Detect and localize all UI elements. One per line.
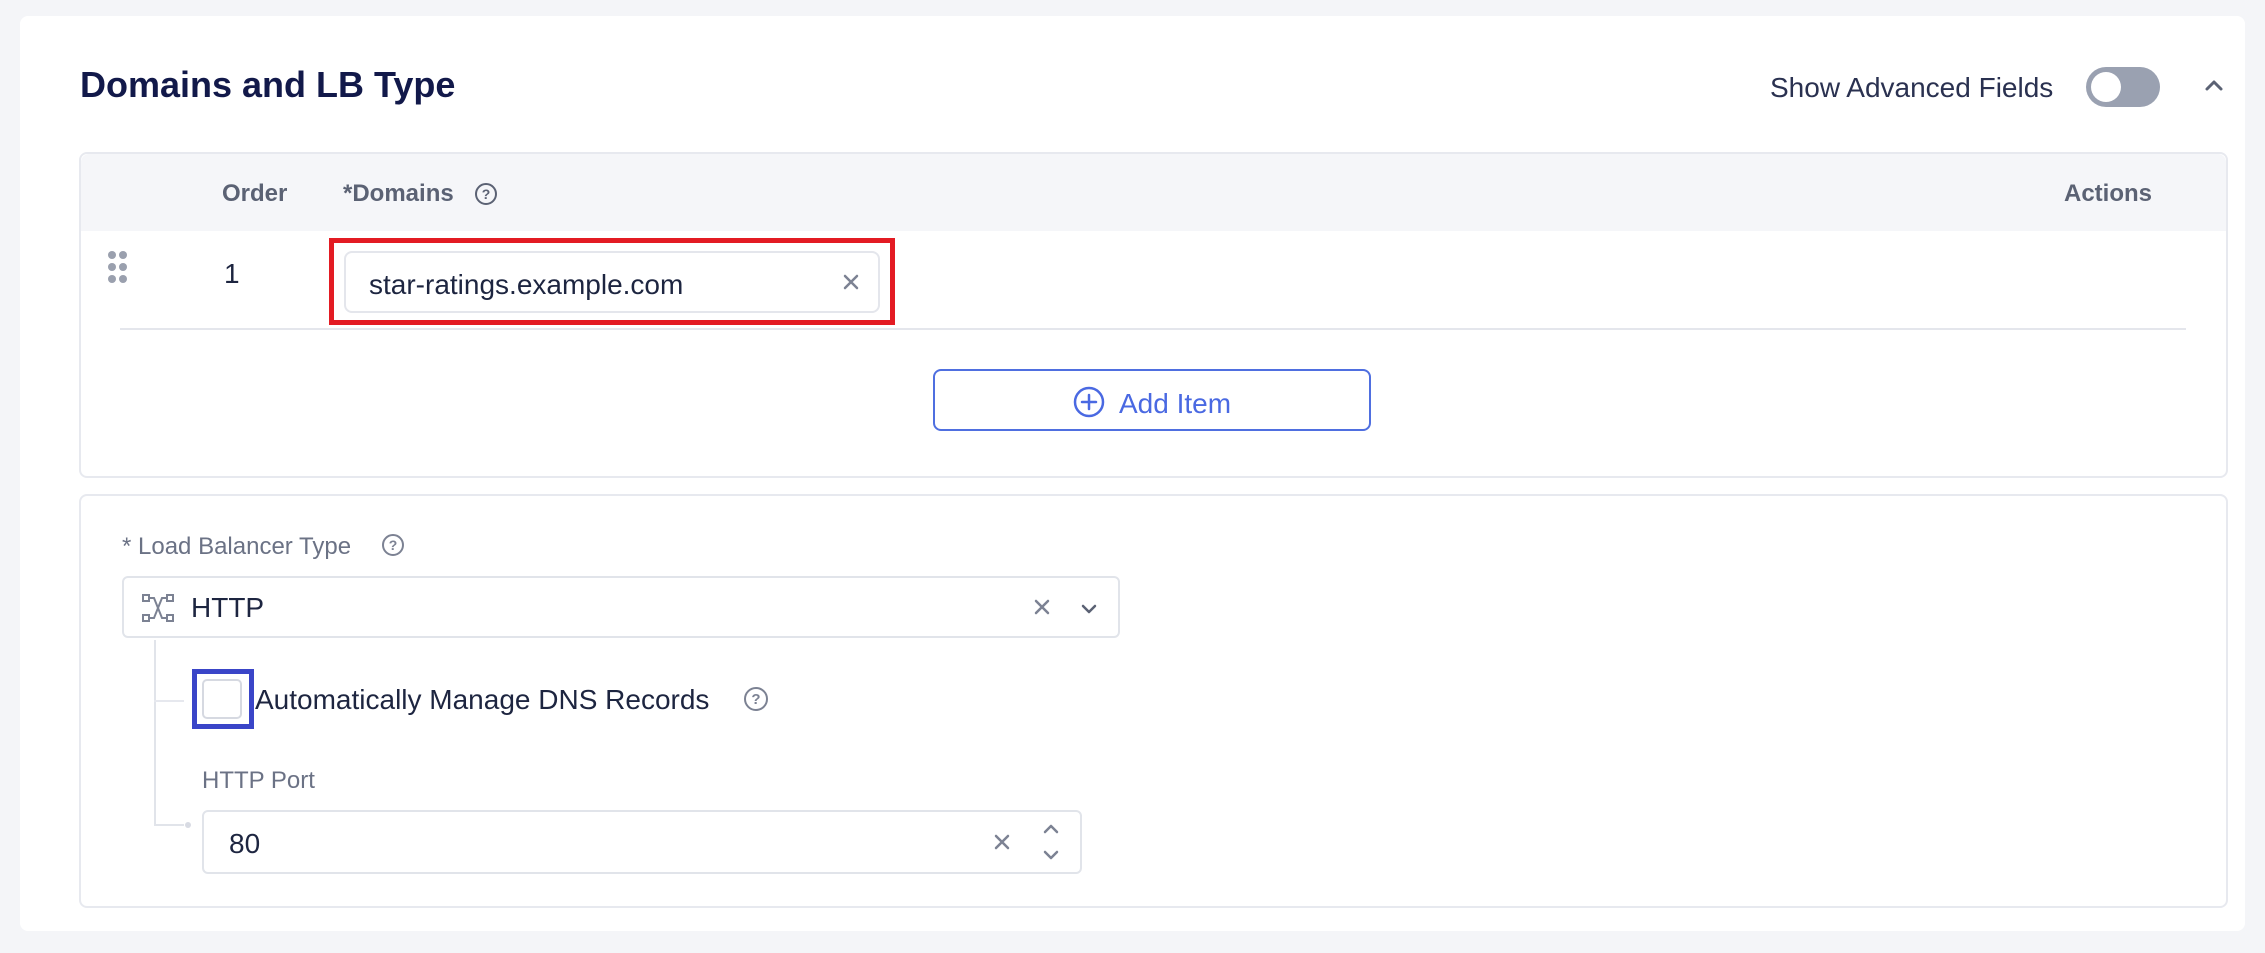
auto-manage-dns-label[interactable]: Automatically Manage DNS Records bbox=[255, 684, 709, 716]
clear-domain-icon[interactable] bbox=[840, 271, 862, 298]
dns-help-icon[interactable]: ? bbox=[743, 686, 769, 717]
increment-chevron-up-icon[interactable] bbox=[1040, 820, 1062, 843]
auto-manage-dns-checkbox[interactable] bbox=[202, 679, 242, 719]
clear-lb-type-icon[interactable] bbox=[1031, 596, 1053, 623]
plus-circle-icon bbox=[1072, 385, 1106, 424]
load-balancer-section: * Load Balancer Type ? HTTP Automaticall… bbox=[79, 494, 2228, 908]
tree-connector bbox=[154, 700, 184, 702]
svg-text:?: ? bbox=[389, 537, 398, 553]
show-advanced-fields-label: Show Advanced Fields bbox=[1770, 72, 2054, 103]
row-divider bbox=[120, 328, 2186, 330]
add-item-button[interactable]: Add Item bbox=[933, 369, 1371, 431]
clear-port-icon[interactable] bbox=[991, 831, 1013, 858]
decrement-chevron-down-icon[interactable] bbox=[1040, 846, 1062, 869]
load-balancer-type-select[interactable]: HTTP bbox=[122, 576, 1120, 638]
toggle-knob bbox=[2091, 72, 2121, 102]
drag-handle-icon[interactable] bbox=[107, 250, 129, 289]
table-header: Order *Domains ? Actions bbox=[81, 154, 2226, 231]
add-item-label: Add Item bbox=[1119, 388, 1232, 419]
http-port-input[interactable]: 80 bbox=[202, 810, 1082, 874]
tree-connector bbox=[154, 640, 156, 826]
tree-connector bbox=[154, 824, 184, 826]
collapse-section-button[interactable] bbox=[2200, 72, 2228, 100]
domains-table: Order *Domains ? Actions 1 star-ratings.… bbox=[79, 152, 2228, 478]
chevron-up-icon bbox=[2205, 80, 2223, 91]
column-header-order: Order bbox=[222, 180, 288, 207]
domains-help-icon[interactable]: ? bbox=[474, 182, 498, 206]
http-port-value: 80 bbox=[229, 828, 261, 859]
http-port-label: HTTP Port bbox=[202, 767, 315, 794]
section-title: Domains and LB Type bbox=[80, 64, 456, 105]
network-route-icon bbox=[142, 594, 174, 627]
domain-input-value: star-ratings.example.com bbox=[369, 269, 684, 300]
svg-text:?: ? bbox=[482, 186, 491, 202]
chevron-down-icon[interactable] bbox=[1078, 598, 1100, 625]
row-order-value: 1 bbox=[224, 258, 240, 289]
lb-type-help-icon[interactable]: ? bbox=[381, 533, 405, 562]
show-advanced-fields-toggle[interactable] bbox=[2086, 67, 2160, 107]
load-balancer-type-value: HTTP bbox=[191, 592, 265, 623]
tree-connector-dot bbox=[185, 822, 191, 828]
column-header-actions: Actions bbox=[2064, 180, 2153, 207]
load-balancer-type-label: * Load Balancer Type bbox=[122, 533, 352, 560]
domains-lb-type-card: Domains and LB Type Show Advanced Fields… bbox=[20, 16, 2245, 931]
svg-text:?: ? bbox=[751, 691, 760, 708]
column-header-domains: *Domains bbox=[343, 180, 454, 207]
domain-input[interactable]: star-ratings.example.com bbox=[344, 251, 880, 313]
